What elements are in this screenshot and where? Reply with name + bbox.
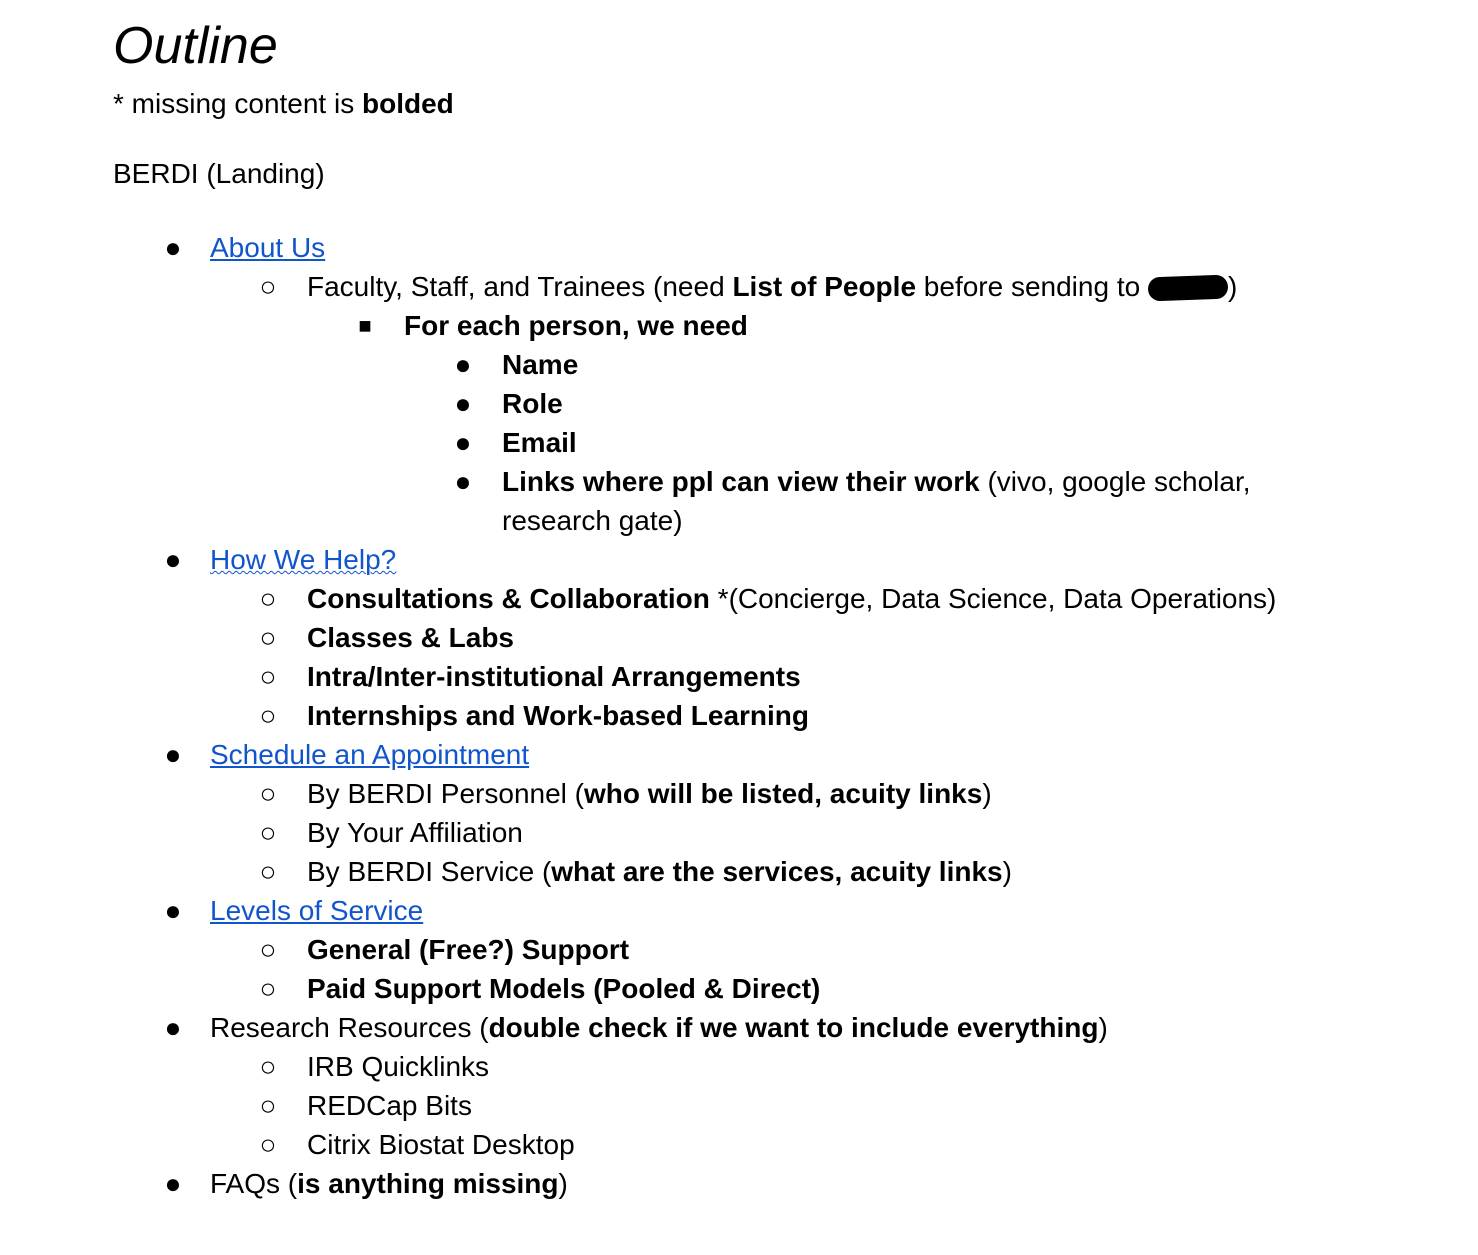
affiliation-text: By Your Affiliation xyxy=(307,817,523,848)
bullet-circle: ○ xyxy=(259,700,277,731)
bullet-circle: ○ xyxy=(259,622,277,653)
bullet-disc: ● xyxy=(164,739,182,770)
list-item-irb: ○ IRB Quicklinks xyxy=(113,1047,1453,1086)
list-item-name: ● Name xyxy=(113,345,1453,384)
research-bold: double check if we want to include every… xyxy=(488,1012,1099,1043)
bullet-disc: ● xyxy=(164,1012,182,1043)
faqs-prefix: FAQs ( xyxy=(210,1168,298,1199)
irb-text: IRB Quicklinks xyxy=(307,1051,490,1082)
research-suffix: ) xyxy=(1098,1012,1108,1043)
list-item-citrix: ○ Citrix Biostat Desktop xyxy=(113,1125,1453,1164)
list-item-internships: ○ Internships and Work-based Learning xyxy=(113,696,1453,735)
bullet-circle: ○ xyxy=(259,934,277,965)
list-item-faqs: ● FAQs (is anything missing) xyxy=(113,1164,1453,1203)
redcap-text: REDCap Bits xyxy=(307,1090,472,1121)
need-role: Role xyxy=(502,388,563,419)
bullet-circle: ○ xyxy=(259,1090,277,1121)
list-item-arrangements: ○ Intra/Inter-institutional Arrangements xyxy=(113,657,1453,696)
faqs-suffix: ) xyxy=(558,1168,568,1199)
bullet-circle: ○ xyxy=(259,661,277,692)
list-item-levels: ● Levels of Service xyxy=(113,891,1453,930)
list-item-by-service: ○ By BERDI Service (what are the service… xyxy=(113,852,1453,891)
service-prefix: By BERDI Service ( xyxy=(307,856,552,887)
bullet-disc: ● xyxy=(454,466,472,497)
about-us-link[interactable]: About Us xyxy=(210,232,325,263)
links-bold: Links where ppl can view their work xyxy=(502,466,980,497)
classes-text: Classes & Labs xyxy=(307,622,514,653)
bullet-disc: ● xyxy=(454,427,472,458)
bullet-circle: ○ xyxy=(259,1051,277,1082)
how-we-help-link[interactable]: How We Help? xyxy=(210,544,396,575)
need-email: Email xyxy=(502,427,577,458)
faculty-bold: List of People xyxy=(732,271,917,302)
bullet-disc: ● xyxy=(164,1168,182,1199)
document-page: Outline * missing content is bolded BERD… xyxy=(113,14,1453,1203)
list-item-general-support: ○ General (Free?) Support xyxy=(113,930,1453,969)
document-title: Outline xyxy=(113,17,278,75)
service-bold: what are the services, acuity links xyxy=(551,856,1003,887)
list-item-for-each: ■ For each person, we need xyxy=(113,306,1453,345)
service-suffix: ) xyxy=(1002,856,1012,887)
for-each-text: For each person, we need xyxy=(404,310,748,341)
bullet-circle: ○ xyxy=(259,817,277,848)
list-item-redcap: ○ REDCap Bits xyxy=(113,1086,1453,1125)
list-item-paid-support: ○ Paid Support Models (Pooled & Direct) xyxy=(113,969,1453,1008)
consult-bold: Consultations & Collaboration xyxy=(307,583,710,614)
schedule-link[interactable]: Schedule an Appointment xyxy=(210,739,529,770)
list-item-by-affiliation: ○ By Your Affiliation xyxy=(113,813,1453,852)
bullet-circle: ○ xyxy=(259,1129,277,1160)
bullet-disc: ● xyxy=(164,895,182,926)
list-item-about-us: ● About Us xyxy=(113,228,1453,267)
citrix-text: Citrix Biostat Desktop xyxy=(307,1129,575,1160)
bullet-disc: ● xyxy=(164,544,182,575)
arrangements-text: Intra/Inter-institutional Arrangements xyxy=(307,661,801,692)
note-bold: bolded xyxy=(362,88,454,119)
consult-rest: *(Concierge, Data Science, Data Operatio… xyxy=(709,583,1277,614)
missing-content-note: * missing content is bolded xyxy=(113,86,1453,121)
need-name: Name xyxy=(502,349,579,380)
bullet-circle: ○ xyxy=(259,271,277,302)
faculty-close: ) xyxy=(1227,271,1238,302)
landing-heading: BERDI (Landing) xyxy=(113,158,325,189)
note-prefix: * missing content is xyxy=(113,88,362,119)
list-item-research: ● Research Resources (double check if we… xyxy=(113,1008,1453,1047)
list-item-role: ● Role xyxy=(113,384,1453,423)
list-item-email: ● Email xyxy=(113,423,1453,462)
personnel-prefix: By BERDI Personnel ( xyxy=(307,778,584,809)
research-prefix: Research Resources ( xyxy=(210,1012,489,1043)
faculty-prefix: Faculty, Staff, and Trainees (need xyxy=(307,271,733,302)
paid-support-text: Paid Support Models (Pooled & Direct) xyxy=(307,973,821,1004)
list-item-schedule: ● Schedule an Appointment xyxy=(113,735,1453,774)
list-item-how-we-help: ● How We Help? xyxy=(113,540,1453,579)
personnel-suffix: ) xyxy=(982,778,992,809)
levels-link[interactable]: Levels of Service xyxy=(210,895,423,926)
personnel-bold: who will be listed, acuity links xyxy=(584,778,983,809)
list-item-by-personnel: ○ By BERDI Personnel (who will be listed… xyxy=(113,774,1453,813)
bullet-circle: ○ xyxy=(259,973,277,1004)
bullet-circle: ○ xyxy=(259,583,277,614)
redaction-mark xyxy=(1147,274,1229,302)
list-item-classes: ○ Classes & Labs xyxy=(113,618,1453,657)
bullet-disc: ● xyxy=(454,388,472,419)
bullet-disc: ● xyxy=(454,349,472,380)
bullet-circle: ○ xyxy=(259,856,277,887)
general-support-text: General (Free?) Support xyxy=(307,934,630,965)
faqs-bold: is anything missing xyxy=(297,1168,559,1199)
faculty-suffix: before sending to xyxy=(916,271,1148,302)
internships-text: Internships and Work-based Learning xyxy=(307,700,810,731)
list-item-links: ● Links where ppl can view their work (v… xyxy=(113,462,1453,540)
bullet-circle: ○ xyxy=(259,778,277,809)
list-item-consultations: ○ Consultations & Collaboration *(Concie… xyxy=(113,579,1453,618)
bullet-square: ■ xyxy=(358,313,372,338)
bullet-disc: ● xyxy=(164,232,182,263)
list-item-faculty: ○ Faculty, Staff, and Trainees (need Lis… xyxy=(113,267,1453,306)
